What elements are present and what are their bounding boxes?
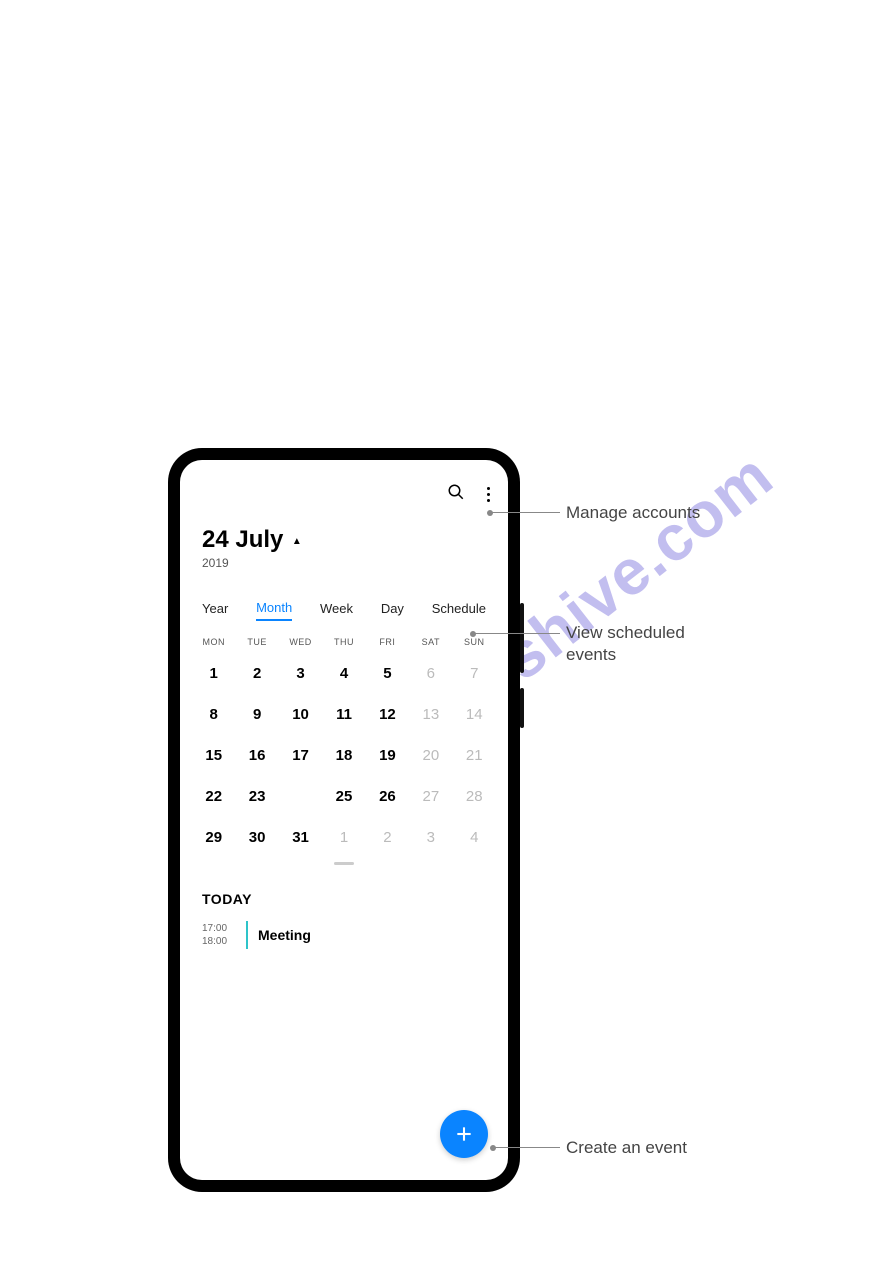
calendar-day[interactable]: 15 <box>192 735 235 776</box>
event-color-bar <box>246 921 248 949</box>
tab-week[interactable]: Week <box>320 597 353 620</box>
calendar-day[interactable]: 26 <box>366 776 409 817</box>
calendar-day[interactable]: 27 <box>409 776 452 817</box>
calendar-row: 15161718192021 <box>192 735 496 776</box>
calendar-day[interactable]: 16 <box>235 735 278 776</box>
calendar-day[interactable]: 8 <box>192 694 235 735</box>
weekday-header: MONTUEWEDTHUFRISATSUN <box>192 635 496 649</box>
calendar-day[interactable]: 6 <box>409 653 452 694</box>
calendar-day[interactable]: 10 <box>279 694 322 735</box>
drag-handle[interactable] <box>334 862 354 865</box>
annotation-line <box>490 512 560 513</box>
calendar-day[interactable]: 14 <box>453 694 496 735</box>
calendar-day[interactable]: 4 <box>453 817 496 858</box>
tab-schedule[interactable]: Schedule <box>432 597 486 620</box>
calendar-row: 2930311234 <box>192 817 496 858</box>
calendar-row: 891011121314 <box>192 694 496 735</box>
phone-screen: 24 July ▲ 2019 Year Month Week Day Sched… <box>180 460 508 1180</box>
weekday-label: THU <box>322 635 365 649</box>
year-label: 2019 <box>202 556 496 570</box>
weekday-label: SUN <box>453 635 496 649</box>
calendar-day[interactable]: 17 <box>279 735 322 776</box>
more-icon[interactable] <box>487 487 490 502</box>
date-title: 24 July <box>202 526 283 554</box>
event-title: Meeting <box>258 927 311 943</box>
calendar-day[interactable]: 25 <box>322 776 365 817</box>
weekday-label: SAT <box>409 635 452 649</box>
volume-button <box>520 603 524 673</box>
calendar-day[interactable]: 22 <box>192 776 235 817</box>
date-header[interactable]: 24 July ▲ 2019 <box>192 526 496 570</box>
calendar-day[interactable]: 21 <box>453 735 496 776</box>
annotation-schedule: View scheduled events <box>566 622 716 666</box>
calendar-day[interactable]: 3 <box>279 653 322 694</box>
create-event-button[interactable] <box>440 1110 488 1158</box>
calendar-day[interactable]: 24 <box>279 776 322 817</box>
tab-day[interactable]: Day <box>381 597 404 620</box>
tab-month[interactable]: Month <box>256 596 292 621</box>
calendar-row: 1234567 <box>192 653 496 694</box>
calendar-day[interactable]: 2 <box>366 817 409 858</box>
calendar-day[interactable]: 29 <box>192 817 235 858</box>
calendar-grid: 1234567891011121314151617181920212223242… <box>192 653 496 858</box>
calendar-day[interactable]: 1 <box>192 653 235 694</box>
toolbar <box>192 476 496 512</box>
event-end: 18:00 <box>202 935 236 948</box>
chevron-up-icon: ▲ <box>292 536 302 547</box>
calendar-day[interactable]: 19 <box>366 735 409 776</box>
calendar-day[interactable]: 3 <box>409 817 452 858</box>
calendar-day[interactable]: 5 <box>366 653 409 694</box>
calendar-day[interactable]: 28 <box>453 776 496 817</box>
calendar-day[interactable]: 18 <box>322 735 365 776</box>
phone-frame: 24 July ▲ 2019 Year Month Week Day Sched… <box>168 448 520 1192</box>
annotation-manage: Manage accounts <box>566 502 700 524</box>
weekday-label: TUE <box>235 635 278 649</box>
calendar-row: 22232425262728 <box>192 776 496 817</box>
calendar-day[interactable]: 30 <box>235 817 278 858</box>
annotation-create: Create an event <box>566 1137 687 1159</box>
calendar-day[interactable]: 11 <box>322 694 365 735</box>
annotation-line <box>473 633 560 634</box>
event-start: 17:00 <box>202 922 236 935</box>
calendar-day[interactable]: 20 <box>409 735 452 776</box>
event-row[interactable]: 17:00 18:00 Meeting <box>202 921 496 949</box>
calendar-day[interactable]: 23 <box>235 776 278 817</box>
calendar-day[interactable]: 7 <box>453 653 496 694</box>
today-heading: TODAY <box>202 891 496 907</box>
plus-icon <box>454 1124 474 1144</box>
calendar-day[interactable]: 1 <box>322 817 365 858</box>
power-button <box>520 688 524 728</box>
calendar-day[interactable]: 4 <box>322 653 365 694</box>
calendar-day[interactable]: 31 <box>279 817 322 858</box>
view-tabs: Year Month Week Day Schedule <box>202 596 486 621</box>
tab-year[interactable]: Year <box>202 597 228 620</box>
calendar-day[interactable]: 9 <box>235 694 278 735</box>
weekday-label: FRI <box>366 635 409 649</box>
annotation-line <box>493 1147 560 1148</box>
calendar-day[interactable]: 13 <box>409 694 452 735</box>
search-icon[interactable] <box>447 483 465 506</box>
event-times: 17:00 18:00 <box>202 922 236 948</box>
weekday-label: MON <box>192 635 235 649</box>
weekday-label: WED <box>279 635 322 649</box>
calendar-day[interactable]: 12 <box>366 694 409 735</box>
calendar-day[interactable]: 2 <box>235 653 278 694</box>
